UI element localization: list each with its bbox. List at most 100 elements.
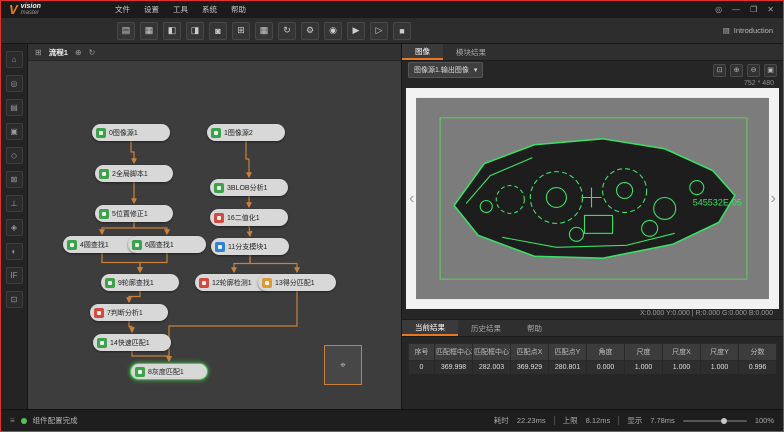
table-cell: 1.000 [625, 361, 663, 375]
shape-icon[interactable]: ◇ [6, 147, 23, 164]
flow-canvas[interactable]: ⌖ 0图像源1 1图像源2 2全局脚本1 3BLOB分析1 5位置修正1 16二值化1 4圆… [28, 61, 401, 409]
module-icon [214, 183, 224, 193]
snapshot-icon[interactable]: ▣ [764, 64, 777, 77]
flow-node-n6[interactable]: 6圆查找1 [128, 236, 206, 253]
save-icon[interactable]: ▤ [117, 22, 135, 40]
node-label: 13得分匹配1 [275, 278, 315, 288]
measure-icon[interactable]: ⊥ [6, 195, 23, 212]
flow-node-n8[interactable]: 8灰度匹配1 [130, 363, 208, 380]
maximize-button[interactable]: ❐ [750, 5, 757, 14]
global-icon[interactable]: ◉ [324, 22, 342, 40]
zoom-slider[interactable] [683, 420, 747, 422]
inspection-image: 545532E-05 [406, 88, 779, 309]
main-toolbar: ▤ ▦ ◧ ◨ ◙ ⊞ ▦ ↻ ⚙ ◉ ▶ ▷ ■ ▤ Introduction [1, 18, 783, 44]
flow-edge [249, 226, 250, 236]
image-viewer[interactable]: 545532E-05 ‹ › [406, 88, 779, 309]
list-icon[interactable]: ▤ [6, 99, 23, 116]
result-table-head-row: 序号匹配框中心X匹配框中心Y匹配点X匹配点Y角度尺度尺度X尺度Y分数 [409, 344, 777, 361]
tab-flow1[interactable]: 流程1 [49, 47, 68, 58]
flow-list-icon[interactable]: ⊞ [35, 48, 42, 57]
result-tab-1[interactable]: 当前结果 [402, 320, 458, 336]
result-tab-3[interactable]: 帮助 [514, 320, 555, 336]
node-label: 11分支模块1 [228, 242, 267, 252]
flow-node-n0[interactable]: 0图像源1 [92, 124, 170, 141]
image-scale-text: 752 * 480 [402, 79, 783, 88]
chevron-down-icon: ▾ [474, 66, 478, 74]
flow-node-n11[interactable]: 11分支模块1 [211, 238, 289, 255]
flow-node-n3[interactable]: 3BLOB分析1 [210, 179, 288, 196]
calibration-icon[interactable]: ◈ [6, 219, 23, 236]
tab-2[interactable]: 模块结果 [443, 44, 499, 60]
node-label: 4圆查找1 [80, 240, 109, 250]
image-source-select[interactable]: 图像源1.输出图像 ▾ [408, 62, 483, 78]
logo-line2: master [21, 10, 41, 16]
import-icon[interactable]: ◧ [163, 22, 181, 40]
stop-icon[interactable]: ■ [393, 22, 411, 40]
node-label: 0图像源1 [109, 128, 138, 138]
flow-node-n1[interactable]: 1图像源2 [207, 124, 285, 141]
settings-icon[interactable]: ⚙ [301, 22, 319, 40]
close-button[interactable]: ✕ [767, 5, 774, 14]
table-cell: 0 [409, 361, 435, 375]
minimize-button[interactable]: — [732, 5, 740, 14]
flow-node-n14[interactable]: 14快速匹配1 [93, 334, 171, 351]
table-cell: 1.000 [701, 361, 739, 375]
camera-icon[interactable]: ◙ [209, 22, 227, 40]
open-icon[interactable]: ▦ [140, 22, 158, 40]
status-bar: ≡ 组件配置完成 耗时 22.23ms 上限 8.12ms 显示 7.78ms … [1, 409, 783, 431]
home-icon[interactable]: ⌂ [6, 51, 23, 68]
flow-node-n7[interactable]: 7判断分析1 [90, 304, 168, 321]
table-cell: 369.929 [511, 361, 549, 375]
introduction-link[interactable]: ▤ Introduction [723, 26, 783, 35]
zoom-in-icon[interactable]: ⊕ [730, 64, 743, 77]
logic-if-icon[interactable]: IF [6, 267, 23, 284]
contrast-icon[interactable]: ◐ [6, 243, 23, 260]
minimap[interactable]: ⌖ [324, 345, 362, 385]
run-icon[interactable]: ▶ [347, 22, 365, 40]
node-label: 3BLOB分析1 [227, 183, 267, 193]
crop-icon[interactable]: ⊠ [6, 171, 23, 188]
flow-node-n9[interactable]: 9轮廓查找1 [101, 274, 179, 291]
node-label: 2全局脚本1 [112, 169, 148, 179]
step-icon[interactable]: ▷ [370, 22, 388, 40]
tab-1[interactable]: 图像 [402, 44, 443, 60]
refresh-icon[interactable]: ↻ [278, 22, 296, 40]
flow-edge [102, 253, 140, 272]
menu-item-4[interactable]: 系统 [202, 4, 217, 15]
column-header: 匹配框中心Y [473, 344, 511, 361]
flow-node-n16[interactable]: 16二值化1 [210, 209, 288, 226]
window-icon[interactable]: ▣ [6, 123, 23, 140]
export-icon[interactable]: ◨ [186, 22, 204, 40]
locate-icon[interactable]: ◎ [6, 75, 23, 92]
image-source-label: 图像源1.输出图像 [414, 65, 469, 75]
node-label: 12轮廓检测1 [212, 278, 252, 288]
add-flow-icon[interactable]: ⊕ [75, 48, 82, 57]
column-header: 尺度X [663, 344, 701, 361]
logo-line1: vision [21, 3, 41, 10]
zoom-slider-knob[interactable] [721, 418, 727, 424]
menu-item-5[interactable]: 帮助 [231, 4, 246, 15]
column-header: 序号 [409, 344, 435, 361]
module-icon [211, 128, 221, 138]
sidebar-tools: ⌂ ◎ ▤ ▣ ◇ ⊠ ⊥ ◈ ◐ IF ⊡ [6, 51, 23, 308]
table-icon[interactable]: ▦ [255, 22, 273, 40]
introduction-label: Introduction [734, 26, 773, 35]
flow-node-n2[interactable]: 2全局脚本1 [95, 165, 173, 182]
flow-node-n5[interactable]: 5位置修正1 [95, 205, 173, 222]
refresh-flow-icon[interactable]: ↻ [89, 48, 96, 57]
prev-image-button[interactable]: ‹ [409, 191, 414, 207]
user-button[interactable]: ◎ [715, 5, 722, 14]
table-row[interactable]: 0369.998282.003369.929280.8010.0001.0001… [409, 361, 777, 375]
menu-item-2[interactable]: 设置 [144, 4, 159, 15]
fit-view-icon[interactable]: ⊡ [713, 64, 726, 77]
next-image-button[interactable]: › [771, 191, 776, 207]
module-icon [262, 278, 272, 288]
statusbar-menu-icon[interactable]: ≡ [10, 416, 15, 425]
result-tab-2[interactable]: 历史结果 [458, 320, 514, 336]
script-icon[interactable]: ⊡ [6, 291, 23, 308]
menu-item-1[interactable]: 文件 [115, 4, 130, 15]
menu-item-3[interactable]: 工具 [173, 4, 188, 15]
grid-icon[interactable]: ⊞ [232, 22, 250, 40]
zoom-out-icon[interactable]: ⊖ [747, 64, 760, 77]
flow-node-n13[interactable]: 13得分匹配1 [258, 274, 336, 291]
